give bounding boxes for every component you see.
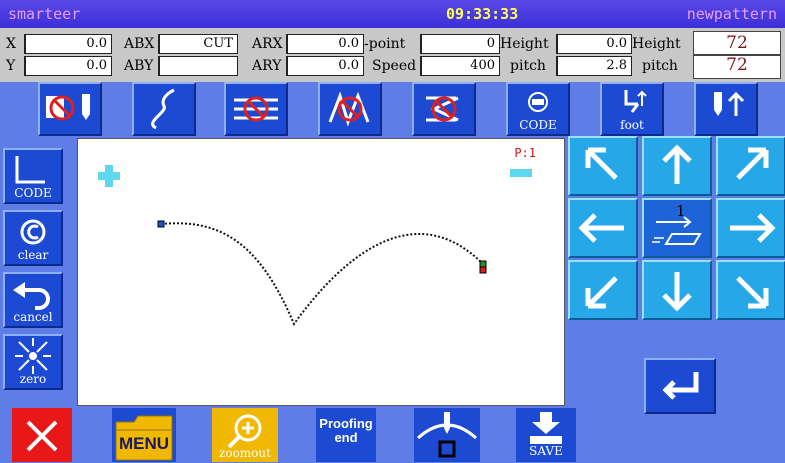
code-button[interactable]: CODE <box>506 82 570 136</box>
menu-label: MENU <box>118 434 170 453</box>
arrow-down-right-icon <box>736 276 769 309</box>
needle-button[interactable] <box>414 408 480 462</box>
proofing-label-2: end <box>334 430 358 445</box>
arrow-down-left-button[interactable] <box>568 260 638 320</box>
abx-label: ABX <box>124 36 155 52</box>
ary-label: ARY <box>252 58 282 74</box>
side-code-button[interactable]: CODE <box>3 148 63 204</box>
abx-field: CUT <box>158 34 238 54</box>
no-back-button[interactable] <box>412 82 476 136</box>
pattern-plot <box>98 165 532 327</box>
cancel-label: cancel <box>13 310 53 324</box>
save-button[interactable]: SAVE <box>516 408 576 462</box>
proofing-label-1: Proofing <box>319 416 373 431</box>
no-thread-button[interactable] <box>38 82 102 136</box>
code-label: CODE <box>519 118 557 132</box>
pattern-canvas[interactable]: P:1 <box>77 138 565 406</box>
proofing-end-button[interactable]: Proofing end <box>316 408 376 462</box>
needle-icon <box>416 412 478 458</box>
start-point-marker <box>157 220 165 228</box>
stitch-path <box>160 222 484 327</box>
no-back-icon <box>426 96 459 122</box>
ary-field: 0.0 <box>286 56 364 76</box>
close-icon <box>26 420 58 452</box>
arx-field: 0.0 <box>286 34 364 54</box>
readout-panel: X 0.0 Y 0.0 ABX CUT ABY ARX 0.0 ARY 0.0 … <box>0 28 785 82</box>
height-field: 0.0 <box>556 34 632 54</box>
point-label: -point <box>364 36 406 52</box>
arrow-up-icon <box>662 144 692 184</box>
arrow-left-icon <box>578 213 624 243</box>
arrow-up-button[interactable] <box>642 136 712 196</box>
pitch-field: 2.8 <box>556 56 632 76</box>
zoom-out-icon[interactable] <box>510 169 532 177</box>
arrow-up-left-icon <box>585 147 618 180</box>
arrow-up-right-button[interactable] <box>716 136 785 196</box>
needle-up-button[interactable] <box>694 82 758 136</box>
move-frame-button[interactable]: 1 <box>642 198 712 258</box>
foot-label: foot <box>620 118 644 132</box>
no-zigzag-icon <box>328 91 370 127</box>
arrow-right-button[interactable] <box>716 198 785 258</box>
zoomout-button[interactable]: zoomout <box>212 408 278 462</box>
menu-button[interactable]: MENU <box>112 408 176 462</box>
curve-icon <box>151 88 175 130</box>
aby-field <box>158 56 238 76</box>
enter-icon <box>662 372 699 400</box>
x-field: 0.0 <box>24 34 112 54</box>
no-stitch-button[interactable] <box>224 82 288 136</box>
arrow-up-right-icon <box>736 147 769 180</box>
arrow-up-left-button[interactable] <box>568 136 638 196</box>
arrow-right-icon <box>730 213 776 243</box>
move-count: 1 <box>676 202 686 220</box>
arrow-left-button[interactable] <box>568 198 638 258</box>
delete-button[interactable] <box>12 408 72 462</box>
clear-label: clear <box>17 248 49 262</box>
no-stitch-icon <box>234 96 278 122</box>
arrow-down-button[interactable] <box>642 260 712 320</box>
pitch-label: pitch <box>510 58 546 74</box>
y-field: 0.0 <box>24 56 112 76</box>
point-field: 0 <box>420 34 500 54</box>
brand-label: smarteer <box>8 5 81 23</box>
side-code-label: CODE <box>14 186 52 200</box>
height2-label: Height <box>632 36 681 52</box>
clock: 09:33:33 <box>446 5 519 23</box>
pitch2-value: 72 <box>693 55 781 79</box>
clear-button[interactable]: clear <box>3 210 63 266</box>
arx-label: ARX <box>252 36 283 52</box>
pitch2-label: pitch <box>642 58 678 74</box>
height-label: Height <box>500 36 549 52</box>
arrow-down-icon <box>662 272 692 312</box>
y-label: Y <box>6 58 16 74</box>
arrow-down-right-button[interactable] <box>716 260 785 320</box>
end-point-marker <box>479 260 487 268</box>
zero-button[interactable]: zero <box>3 334 63 390</box>
page-label: P:1 <box>514 146 536 160</box>
no-thread-icon <box>46 94 90 121</box>
cut-marker <box>479 266 487 274</box>
height2-value: 72 <box>693 31 781 55</box>
arrow-down-left-icon <box>585 276 618 309</box>
speed-field: 400 <box>420 56 500 76</box>
needle-up-icon <box>714 91 745 116</box>
zoomout-label: zoomout <box>219 446 271 460</box>
no-zigzag-button[interactable] <box>318 82 382 136</box>
save-label: SAVE <box>529 444 563 458</box>
aby-label: ABY <box>124 58 154 74</box>
cancel-button[interactable]: cancel <box>3 272 63 328</box>
zero-label: zero <box>19 372 47 386</box>
pattern-name: newpattern <box>686 5 777 23</box>
foot-button[interactable]: foot <box>600 82 664 136</box>
x-label: X <box>6 36 16 52</box>
enter-button[interactable] <box>644 358 716 414</box>
title-bar: smarteer 09:33:33 newpattern <box>0 0 785 28</box>
speed-label: Speed <box>372 58 417 74</box>
curve-button[interactable] <box>132 82 196 136</box>
